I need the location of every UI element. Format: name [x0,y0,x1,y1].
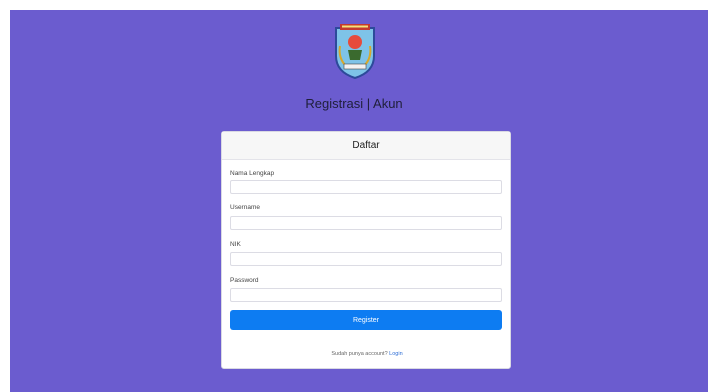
username-field[interactable] [230,216,502,230]
password-field[interactable] [230,288,502,302]
full-name-field[interactable] [230,180,502,194]
card-title: Daftar [222,132,510,160]
nik-label: NIK [230,241,241,248]
password-label: Password [230,277,259,284]
register-button[interactable]: Register [230,310,502,330]
full-name-label: Nama Lengkap [230,170,275,177]
nik-field[interactable] [230,252,502,266]
page-title: Registrasi | Akun [305,96,403,111]
username-label: Username [230,204,260,211]
login-prompt-text: Sudah punya account? [331,351,388,357]
regional-emblem-logo [335,24,375,80]
login-link[interactable]: Login [389,351,402,357]
login-prompt: Sudah punya account? Login [222,351,512,357]
registration-card: Daftar Nama Lengkap Username NIK Passwor… [221,131,511,369]
